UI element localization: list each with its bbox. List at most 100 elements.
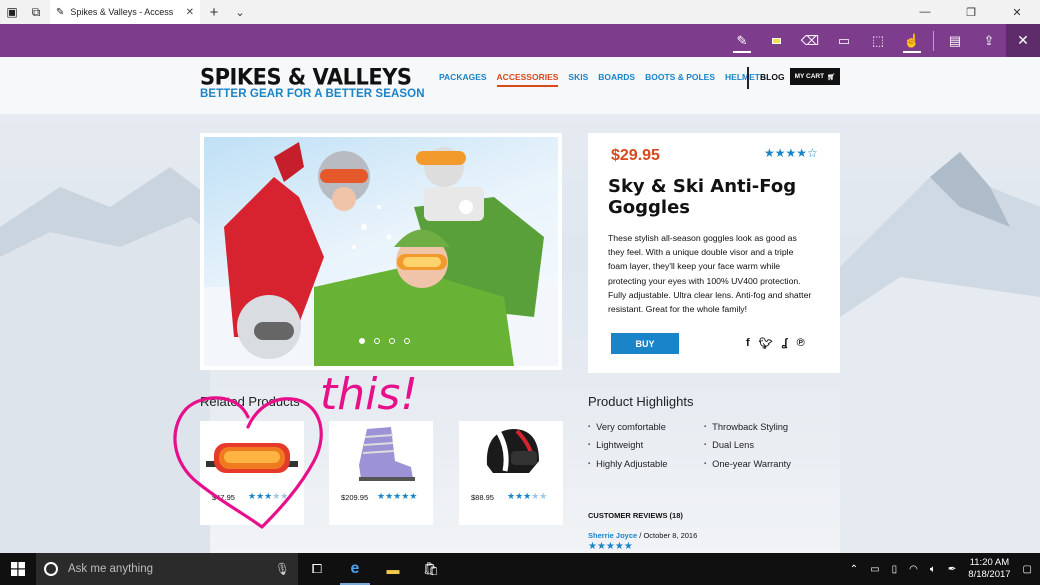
product-price: $29.95 <box>611 147 660 164</box>
close-window-button[interactable]: ✕ <box>994 0 1040 24</box>
related-item-goggles[interactable]: $47.95 ★★★★★ <box>200 421 304 525</box>
highlight-item: One-year Warranty <box>704 456 791 474</box>
nav-boards[interactable]: BOARDS <box>598 72 635 87</box>
related-rating: ★★★★★ <box>507 491 548 501</box>
set-tabs-aside-icon[interactable]: ⧉ <box>24 0 48 24</box>
ski-boot-image <box>359 427 415 481</box>
highlight-item: Throwback Styling <box>704 419 791 437</box>
review-date: / October 8, 2016 <box>639 531 698 540</box>
nav-divider <box>747 67 749 89</box>
windows-logo-icon <box>11 562 25 576</box>
clock[interactable]: 11:20 AM 8/18/2017 <box>968 557 1010 581</box>
related-rating: ★★★★★ <box>248 491 289 501</box>
browser-tab[interactable]: ✎ Spikes & Valleys - Access ✕ <box>50 0 200 24</box>
highlighter-icon[interactable] <box>759 24 793 57</box>
highlight-item: Very comfortable <box>588 419 667 437</box>
logo-title: SPIKES & VALLEYS <box>200 64 412 90</box>
microphone-icon[interactable]: 🎙︎ <box>275 562 290 576</box>
carousel-dot[interactable] <box>389 338 395 344</box>
review-rating: ★★★★★ <box>588 541 633 552</box>
review-meta: Sherrie Joyce / October 8, 2016 <box>588 531 697 540</box>
highlight-item: Highly Adjustable <box>588 456 667 474</box>
nav-blog[interactable]: BLOG <box>760 72 785 82</box>
nav-boots-poles[interactable]: BOOTS & POLES <box>645 72 715 87</box>
product-description: These stylish all-season goggles look as… <box>608 233 812 315</box>
clip-icon[interactable]: ⬚ <box>861 24 895 57</box>
windows-taskbar: Ask me anything 🎙︎ ⧠ e ▬ 🛍︎ ⌃ ▭ ▯ ◠ 🔈︎ ✒… <box>0 553 1040 585</box>
product-title: Sky & Ski Anti-Fog Goggles <box>608 176 797 218</box>
product-carousel[interactable] <box>200 133 562 370</box>
tab-title: Spikes & Valleys - Access <box>70 7 174 17</box>
store-icon[interactable]: 🛍︎ <box>412 553 450 585</box>
related-rating: ★★★★★ <box>377 491 418 501</box>
pen-workspace-icon[interactable]: ✒ <box>948 564 956 575</box>
reviewer-name[interactable]: Sherrie Joyce <box>588 531 637 540</box>
related-products-title: Related Products <box>200 394 300 409</box>
nav-skis[interactable]: SKIS <box>568 72 588 87</box>
system-tray: ⌃ ▭ ▯ ◠ 🔈︎ ✒ 11:20 AM 8/18/2017 ▢ <box>850 553 1040 585</box>
share-links: f 🐦︎ ʆ ℗ <box>746 337 805 350</box>
toolbar-divider <box>933 30 934 51</box>
save-icon[interactable]: ▤ <box>938 24 972 57</box>
highlight-item: Dual Lens <box>704 437 791 455</box>
exit-inking-button[interactable]: ✕ <box>1006 24 1040 57</box>
start-button[interactable] <box>0 553 36 585</box>
minimize-button[interactable]: — <box>902 0 948 24</box>
chevron-up-icon[interactable]: ⌃ <box>850 564 858 575</box>
pinterest-icon[interactable]: ℗ <box>797 337 805 350</box>
task-view-icon[interactable]: ⧠ <box>298 553 336 585</box>
product-photo <box>204 137 558 366</box>
edge-browser-icon[interactable]: e <box>336 553 374 585</box>
highlight-item: Lightweight <box>588 437 667 455</box>
related-item-helmet[interactable]: $88.95 ★★★★★ <box>459 421 563 525</box>
tab-preview-icon[interactable]: ▣ <box>0 0 24 24</box>
eraser-icon[interactable]: ⌫ <box>793 24 827 57</box>
cart-icon: 🛒︎ <box>827 73 836 81</box>
add-note-icon[interactable]: ▭ <box>827 24 861 57</box>
tablet-mode-icon[interactable]: ▯ <box>892 564 898 575</box>
highlights-list-2: Throwback Styling Dual Lens One-year War… <box>704 419 791 474</box>
chevron-down-icon[interactable]: ⌄ <box>228 0 252 24</box>
nav-packages[interactable]: PACKAGES <box>439 72 487 87</box>
product-highlights-title: Product Highlights <box>588 394 694 409</box>
highlights-list-1: Very comfortable Lightweight Highly Adju… <box>588 419 667 474</box>
main-nav: PACKAGES ACCESSORIES SKIS BOARDS BOOTS &… <box>439 72 766 87</box>
share-icon[interactable]: ⇪ <box>972 24 1006 57</box>
stumbleupon-icon[interactable]: ʆ <box>782 337 788 350</box>
inking-toolbar: ✎ ⌫ ▭ ⬚ ☝ ▤ ⇪ ✕ <box>0 24 1040 57</box>
facebook-icon[interactable]: f <box>746 337 750 350</box>
action-center-icon[interactable]: ▢ <box>1023 564 1032 575</box>
tab-favicon-icon: ✎ <box>56 6 65 18</box>
related-price: $47.95 <box>212 493 235 502</box>
goggles-image <box>206 443 298 473</box>
my-cart-button[interactable]: MY CART 🛒︎ <box>790 68 840 85</box>
carousel-dot[interactable] <box>359 338 365 344</box>
nav-accessories[interactable]: ACCESSORIES <box>496 72 559 87</box>
browser-titlebar: ▣ ⧉ ✎ Spikes & Valleys - Access ✕ + ⌄ — … <box>0 0 1040 24</box>
carousel-dot[interactable] <box>374 338 380 344</box>
volume-icon[interactable]: 🔈︎ <box>930 564 936 575</box>
battery-icon[interactable]: ▭ <box>870 564 879 575</box>
wifi-icon[interactable]: ◠ <box>909 564 918 575</box>
related-item-ski-boot[interactable]: $209.95 ★★★★★ <box>329 421 433 525</box>
twitter-icon[interactable]: 🐦︎ <box>759 337 773 350</box>
web-page: SPIKES & VALLEYS BETTER GEAR FOR A BETTE… <box>0 57 1040 553</box>
site-logo[interactable]: SPIKES & VALLEYS BETTER GEAR FOR A BETTE… <box>200 64 425 100</box>
skiers-illustration <box>204 142 558 366</box>
new-tab-button[interactable]: + <box>200 0 228 24</box>
restore-button[interactable]: ❐ <box>948 0 994 24</box>
carousel-dot[interactable] <box>404 338 410 344</box>
ballpoint-pen-icon[interactable]: ✎ <box>725 24 759 57</box>
product-rating: ★★★★☆ <box>764 146 818 160</box>
cortana-search-box[interactable]: Ask me anything 🎙︎ <box>36 553 298 585</box>
tab-close-icon[interactable]: ✕ <box>186 7 194 18</box>
logo-tagline: BETTER GEAR FOR A BETTER SEASON <box>200 88 425 100</box>
clock-date: 8/18/2017 <box>968 569 1011 580</box>
clock-time: 11:20 AM <box>969 557 1010 568</box>
search-placeholder: Ask me anything <box>68 563 154 575</box>
site-header: SPIKES & VALLEYS BETTER GEAR FOR A BETTE… <box>0 57 1040 114</box>
file-explorer-icon[interactable]: ▬ <box>374 553 412 585</box>
buy-button[interactable]: BUY <box>611 333 679 354</box>
touch-writing-icon[interactable]: ☝ <box>895 24 929 57</box>
related-price: $88.95 <box>471 493 494 502</box>
